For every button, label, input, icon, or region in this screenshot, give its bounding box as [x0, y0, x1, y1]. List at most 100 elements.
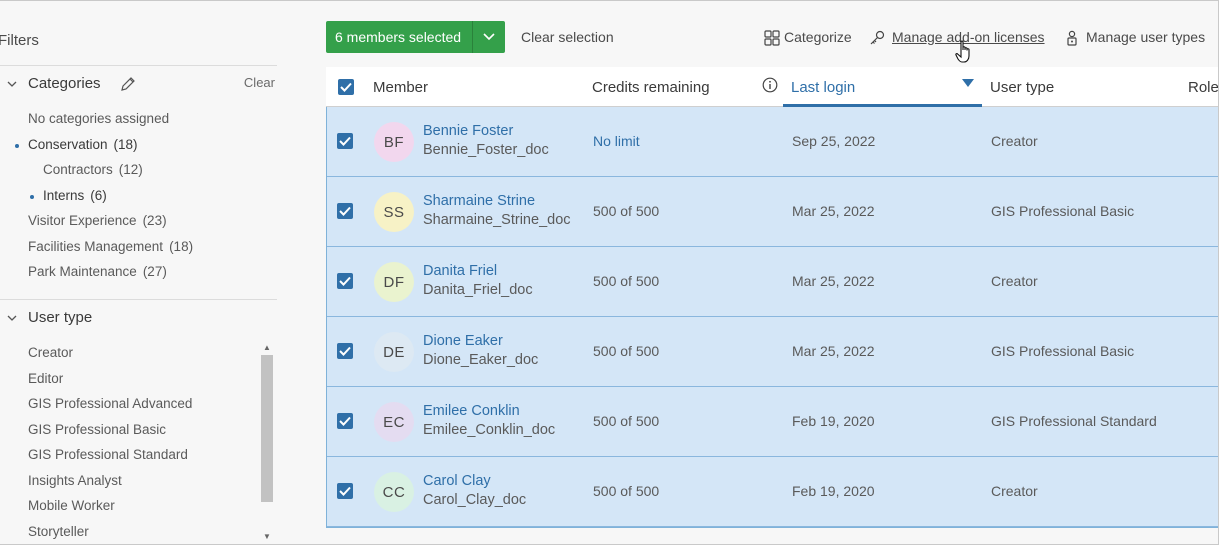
categorize-icon [764, 30, 780, 46]
last-login-cell: Mar 25, 2022 [792, 203, 875, 219]
checkmark-icon [339, 416, 351, 426]
category-item[interactable]: Park Maintenance (27) [28, 264, 167, 279]
row-checkbox[interactable] [337, 483, 353, 499]
chevron-down-icon [7, 81, 17, 87]
member-username: Emilee_Conklin_doc [423, 422, 556, 438]
table-row[interactable]: DF Danita Friel Danita_Friel_doc 500 of … [327, 247, 1218, 317]
clear-selection-button[interactable]: Clear selection [521, 29, 614, 45]
avatar: DE [374, 332, 414, 372]
row-checkbox[interactable] [337, 203, 353, 219]
user-type-item[interactable]: Insights Analyst [28, 473, 122, 488]
member-name-link[interactable]: Emilee Conklin [423, 403, 520, 419]
row-checkbox[interactable] [337, 343, 353, 359]
category-item[interactable]: Facilities Management (18) [28, 239, 193, 254]
key-icon [870, 30, 885, 45]
user-type-cell: GIS Professional Standard [991, 413, 1157, 429]
members-selected-button[interactable]: 6 members selected [326, 21, 505, 53]
user-type-item[interactable]: Creator [28, 345, 73, 360]
categories-section-header[interactable]: Categories Clear [0, 65, 277, 101]
user-type-item[interactable]: Mobile Worker [28, 498, 115, 513]
info-icon[interactable] [762, 77, 778, 93]
credits-cell: 500 of 500 [593, 273, 660, 289]
user-type-item[interactable]: Storyteller [28, 524, 89, 539]
category-item[interactable]: Interns (6) [43, 188, 107, 203]
column-header-member[interactable]: Member [373, 79, 428, 96]
last-login-cell: Feb 19, 2020 [792, 413, 875, 429]
category-item[interactable]: No categories assigned [28, 111, 169, 126]
avatar: EC [374, 402, 414, 442]
last-login-cell: Mar 25, 2022 [792, 343, 875, 359]
chevron-down-icon [7, 315, 17, 321]
avatar: CC [374, 472, 414, 512]
credits-cell: 500 of 500 [593, 343, 660, 359]
column-header-credits[interactable]: Credits remaining [592, 79, 710, 96]
checkmark-icon [340, 82, 352, 92]
last-login-cell: Mar 25, 2022 [792, 273, 875, 289]
credits-cell: 500 of 500 [593, 413, 660, 429]
category-item[interactable]: Conservation (18) [28, 137, 138, 152]
member-username: Dione_Eaker_doc [423, 352, 539, 368]
table-header: Member Credits remaining Last login User… [326, 67, 1218, 107]
user-type-cell: Creator [991, 483, 1038, 499]
member-username: Danita_Friel_doc [423, 282, 533, 298]
manage-user-types-button[interactable]: Manage user types [1086, 29, 1205, 45]
scrollbar-thumb[interactable] [261, 355, 273, 502]
user-type-title: User type [28, 309, 93, 326]
table-row[interactable]: SS Sharmaine Strine Sharmaine_Strine_doc… [327, 177, 1218, 247]
user-type-cell: GIS Professional Basic [991, 343, 1135, 359]
member-username: Bennie_Foster_doc [423, 142, 549, 158]
selection-dropdown-toggle[interactable] [473, 21, 505, 53]
category-item[interactable]: Visitor Experience (23) [28, 213, 167, 228]
categories-clear-link[interactable]: Clear [244, 75, 275, 90]
member-name-link[interactable]: Bennie Foster [423, 123, 513, 139]
table-row[interactable]: DE Dione Eaker Dione_Eaker_doc 500 of 50… [327, 317, 1218, 387]
user-lock-icon [1067, 30, 1077, 46]
pencil-icon[interactable] [119, 75, 137, 93]
avatar: SS [374, 192, 414, 232]
member-name-link[interactable]: Sharmaine Strine [423, 193, 535, 209]
chevron-down-icon [483, 33, 495, 41]
table-row[interactable]: BF Bennie Foster Bennie_Foster_doc No li… [327, 107, 1218, 177]
selected-bullet [15, 144, 19, 148]
row-checkbox[interactable] [337, 133, 353, 149]
table-row[interactable]: CC Carol Clay Carol_Clay_doc 500 of 500 … [327, 457, 1218, 527]
user-type-item[interactable]: GIS Professional Advanced [28, 396, 192, 411]
table-row[interactable]: EC Emilee Conklin Emilee_Conklin_doc 500… [327, 387, 1218, 457]
member-name-link[interactable]: Dione Eaker [423, 333, 503, 349]
members-selected-label: 6 members selected [335, 29, 462, 45]
column-header-last-login[interactable]: Last login [791, 79, 855, 96]
sort-descending-icon[interactable] [962, 79, 974, 87]
user-type-cell: Creator [991, 133, 1038, 149]
categories-title: Categories [28, 75, 101, 92]
user-type-item[interactable]: GIS Professional Standard [28, 447, 188, 462]
selected-bullet [30, 195, 34, 199]
user-type-item[interactable]: GIS Professional Basic [28, 422, 166, 437]
table-body: BF Bennie Foster Bennie_Foster_doc No li… [326, 107, 1218, 528]
user-type-cell: Creator [991, 273, 1038, 289]
checkmark-icon [339, 486, 351, 496]
column-header-user-type[interactable]: User type [990, 79, 1054, 96]
checkmark-icon [339, 346, 351, 356]
credits-cell: 500 of 500 [593, 483, 660, 499]
user-type-section-header[interactable]: User type [0, 299, 277, 335]
select-all-checkbox[interactable] [338, 79, 354, 95]
filters-sidebar: Filters Categories Clear No categories a… [0, 1, 277, 544]
member-name-link[interactable]: Danita Friel [423, 263, 497, 279]
user-type-item[interactable]: Editor [28, 371, 63, 386]
scroll-down-arrow-icon[interactable]: ▼ [263, 532, 271, 541]
scroll-up-arrow-icon[interactable]: ▲ [263, 343, 271, 352]
column-header-role[interactable]: Role [1188, 79, 1218, 96]
user-type-cell: GIS Professional Basic [991, 203, 1135, 219]
member-username: Sharmaine_Strine_doc [423, 212, 571, 228]
checkmark-icon [339, 276, 351, 286]
members-table: Member Credits remaining Last login User… [326, 67, 1218, 528]
member-name-link[interactable]: Carol Clay [423, 473, 491, 489]
checkmark-icon [339, 206, 351, 216]
row-checkbox[interactable] [337, 413, 353, 429]
category-item[interactable]: Contractors (12) [43, 162, 143, 177]
categorize-button[interactable]: Categorize [784, 29, 852, 45]
member-username: Carol_Clay_doc [423, 492, 527, 508]
credits-cell: 500 of 500 [593, 203, 660, 219]
checkmark-icon [339, 136, 351, 146]
row-checkbox[interactable] [337, 273, 353, 289]
